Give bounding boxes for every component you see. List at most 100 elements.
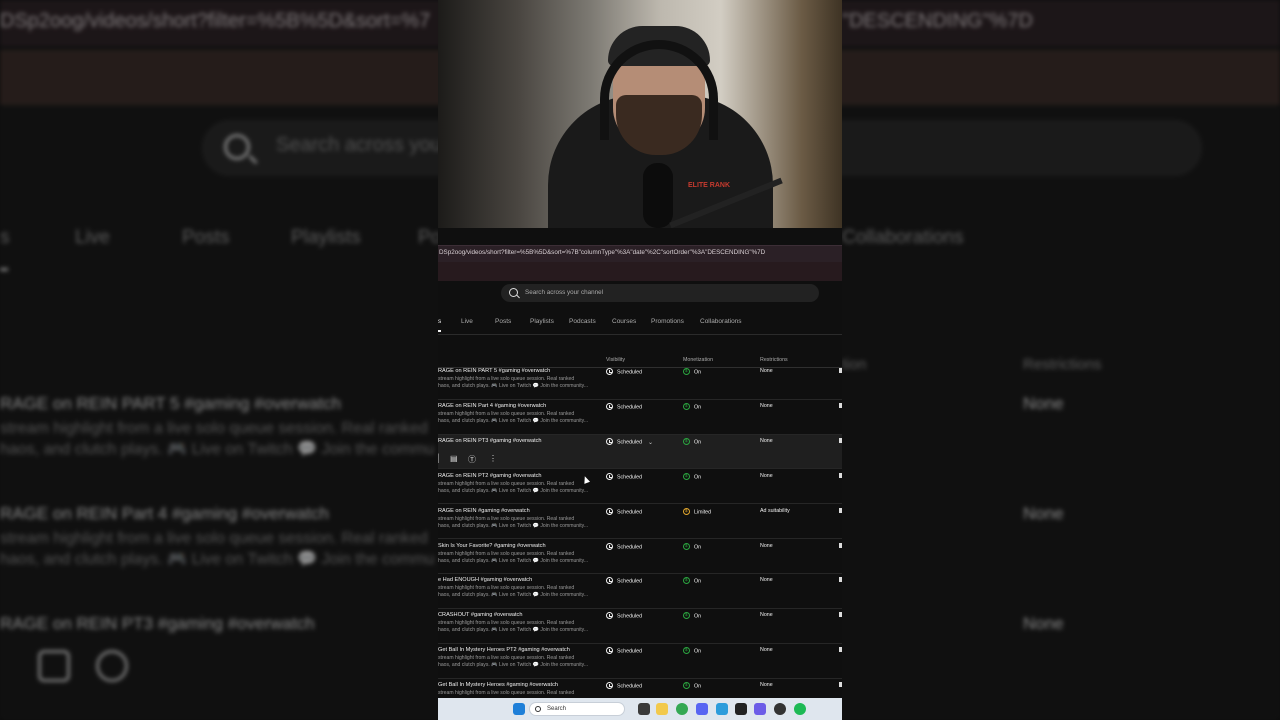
monetization-icon[interactable]: Ⓣ (468, 454, 476, 465)
video-title[interactable]: RAGE on REIN PT3 #gaming #overwatch (438, 438, 542, 444)
visibility-cell[interactable]: Scheduled (606, 368, 642, 376)
visibility-cell[interactable]: Scheduled (606, 577, 642, 585)
visibility-cell[interactable]: Scheduled (606, 682, 642, 690)
video-title[interactable]: RAGE on REIN PT2 #gaming #overwatch (438, 473, 542, 479)
dollar-icon (683, 682, 690, 689)
taskbar-search[interactable]: Search (529, 702, 625, 716)
monetization-cell[interactable]: Limited (683, 508, 711, 516)
video-title[interactable]: CRASHOUT #gaming #overwatch (438, 612, 522, 618)
chrome-icon[interactable] (676, 703, 688, 715)
tab-posts[interactable]: Posts (495, 318, 511, 325)
tab-playlists[interactable]: Playlists (530, 318, 554, 325)
truncated-cell (839, 543, 842, 548)
bg-row-desc: stream highlight from a live solo queue … (0, 530, 428, 547)
clock-icon (606, 612, 613, 619)
comments-icon[interactable]: ▤ (450, 454, 458, 463)
bg-tab: Playlists (291, 227, 361, 248)
video-description: stream highlight from a live solo queue … (438, 516, 589, 529)
visibility-cell[interactable]: Scheduled (606, 508, 642, 516)
windows-start-icon[interactable] (513, 703, 525, 715)
dollar-icon (683, 577, 690, 584)
col-restrictions[interactable]: Restrictions (760, 357, 788, 363)
visibility-cell[interactable]: Scheduled (606, 612, 642, 620)
bg-row-desc: haos, and clutch plays. 🎮 Live on Twitch… (0, 551, 435, 568)
visibility-cell[interactable]: Scheduled (606, 403, 642, 411)
truncated-cell (839, 403, 842, 408)
visibility-cell[interactable]: Scheduled (606, 543, 642, 551)
bg-none: None (1023, 614, 1064, 633)
discord-icon[interactable] (696, 703, 708, 715)
truncated-cell (839, 682, 842, 687)
monetization-cell[interactable]: On (683, 647, 701, 655)
restrictions-cell[interactable]: Ad suitability (760, 508, 790, 514)
tab-podcasts[interactable]: Podcasts (569, 318, 596, 325)
task-view-icon[interactable] (638, 703, 650, 715)
table-row[interactable]: RAGE on REIN PT2 #gaming #overwatch stre… (438, 469, 842, 504)
tab-collaborations[interactable]: Collaborations (700, 318, 742, 325)
monetization-cell[interactable]: On (683, 438, 701, 446)
video-title[interactable]: RAGE on REIN #gaming #overwatch (438, 508, 530, 514)
table-row[interactable]: RAGE on REIN PART 5 #gaming #overwatch s… (438, 368, 842, 400)
video-title[interactable]: e Had ENOUGH #gaming #overwatch (438, 577, 532, 583)
monetization-cell[interactable]: On (683, 612, 701, 620)
truncated-cell (839, 508, 842, 513)
video-title[interactable]: RAGE on REIN PART 5 #gaming #overwatch (438, 368, 550, 374)
monetization-cell[interactable]: On (683, 403, 701, 411)
more-options-icon[interactable]: ⋮ (489, 454, 497, 463)
table-row[interactable]: e Had ENOUGH #gaming #overwatch stream h… (438, 574, 842, 609)
video-title[interactable]: RAGE on REIN Part 4 #gaming #overwatch (438, 403, 546, 409)
table-row[interactable]: RAGE on REIN #gaming #overwatch stream h… (438, 504, 842, 539)
chevron-down-icon[interactable]: ⌄ (648, 439, 653, 446)
bg-search-icon (224, 134, 250, 160)
table-row[interactable]: Get Ball In Mystery Heroes #gaming #over… (438, 679, 842, 699)
restrictions-cell: None (760, 368, 773, 374)
tab-shorts[interactable]: s (438, 318, 441, 325)
bg-row-title: RAGE on REIN PT3 #gaming #overwatch (0, 614, 315, 633)
monetization-cell[interactable]: On (683, 473, 701, 481)
app-icon[interactable] (754, 703, 766, 715)
bg-tab: Live (75, 227, 110, 248)
screen: DSp2oog/videos/short?filter=%5B%5D&sort=… (0, 0, 1280, 720)
col-monetization[interactable]: Monetization (683, 357, 713, 363)
restrictions-cell: None (760, 612, 773, 618)
visibility-cell[interactable]: Scheduled (606, 647, 642, 655)
table-row[interactable]: CRASHOUT #gaming #overwatch stream highl… (438, 609, 842, 644)
search-icon (535, 706, 541, 712)
address-bar[interactable]: DSp2oog/videos/short?filter=%5B%5D&sort=… (438, 245, 842, 262)
video-title[interactable]: Skin Is Your Favorite? #gaming #overwatc… (438, 543, 546, 549)
vertical-capture: ELITE RANK DSp2oog/videos/short?filter=%… (438, 0, 842, 720)
table-row[interactable]: RAGE on REIN Part 4 #gaming #overwatch s… (438, 400, 842, 435)
video-title[interactable]: Get Ball In Mystery Heroes PT2 #gaming #… (438, 647, 570, 653)
video-title[interactable]: Get Ball In Mystery Heroes #gaming #over… (438, 682, 558, 688)
monetization-cell[interactable]: On (683, 577, 701, 585)
table-row[interactable]: RAGE on REIN PT3 #gaming #overwatch Sche… (438, 435, 842, 469)
monetization-cell[interactable]: On (683, 368, 701, 376)
spotify-icon[interactable] (794, 703, 806, 715)
capcut-icon[interactable] (735, 703, 747, 715)
clock-icon (606, 647, 613, 654)
dollar-icon (683, 647, 690, 654)
table-row[interactable]: Get Ball In Mystery Heroes PT2 #gaming #… (438, 644, 842, 679)
taskbar-search-label: Search (547, 706, 567, 712)
file-explorer-icon[interactable] (656, 703, 668, 715)
visibility-cell[interactable]: Scheduled (606, 473, 642, 481)
tab-promotions[interactable]: Promotions (651, 318, 684, 325)
monetization-cell[interactable]: On (683, 682, 701, 690)
obs-icon[interactable] (774, 703, 786, 715)
video-description: stream highlight from a live solo queue … (438, 376, 589, 389)
bg-row-desc: stream highlight from a live solo queue … (0, 420, 428, 437)
edit-icon[interactable]: ⎢ (438, 454, 441, 463)
app-icon[interactable] (716, 703, 728, 715)
bg-url-right: "DESCENDING"%7D (842, 10, 1033, 32)
clock-icon (606, 403, 613, 410)
col-visibility[interactable]: Visibility (606, 357, 625, 363)
visibility-dropdown[interactable]: Scheduled ⌄ (606, 438, 653, 446)
table-row[interactable]: Skin Is Your Favorite? #gaming #overwatc… (438, 539, 842, 574)
search-input[interactable]: Search across your channel (525, 289, 603, 296)
clock-icon (606, 543, 613, 550)
channel-search[interactable]: Search across your channel (501, 284, 819, 302)
tab-courses[interactable]: Courses (612, 318, 636, 325)
monetization-cell[interactable]: On (683, 543, 701, 551)
bg-row-title: RAGE on REIN PART 5 #gaming #overwatch (0, 394, 342, 413)
tab-live[interactable]: Live (461, 318, 473, 325)
